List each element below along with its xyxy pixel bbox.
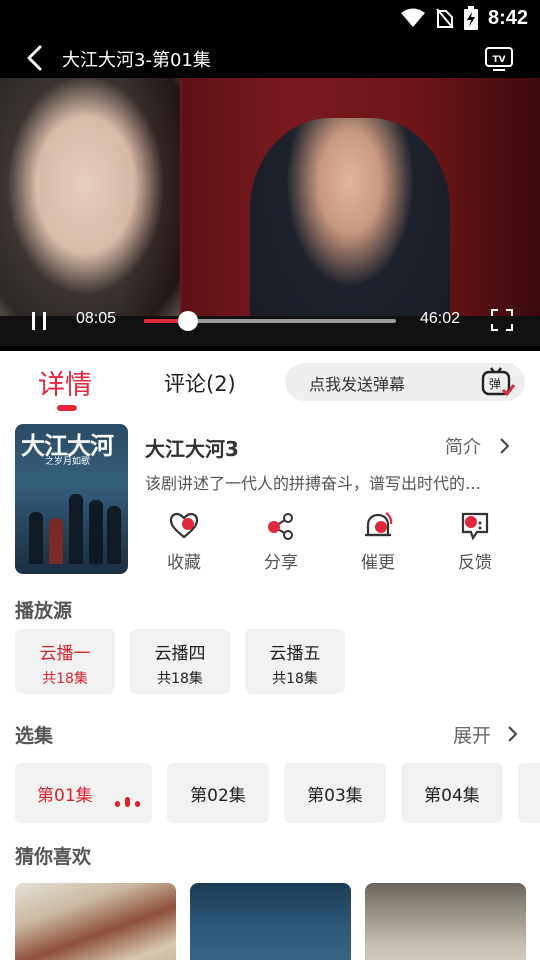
show-title: 大江大河3 bbox=[145, 437, 239, 461]
episode-label: 第03集 bbox=[307, 786, 363, 806]
episode-label: 第01集 bbox=[37, 786, 93, 806]
episodes-title: 选集 bbox=[15, 725, 54, 747]
danmu-icon-text: 弹 bbox=[489, 377, 501, 391]
share-label: 分享 bbox=[264, 553, 298, 573]
share-button[interactable]: 分享 bbox=[246, 508, 316, 573]
expand-episodes-link[interactable]: 展开 bbox=[453, 721, 491, 748]
status-time: 8:42 bbox=[487, 6, 528, 29]
total-time: 46:02 bbox=[420, 310, 461, 327]
show-description: 该剧讲述了一代人的拼搏奋斗，谱写出时代的… bbox=[145, 474, 482, 493]
no-sim-icon bbox=[436, 8, 454, 29]
feedback-button[interactable]: 反馈 bbox=[440, 508, 510, 573]
update-request-button[interactable]: 催更 bbox=[343, 508, 413, 573]
tab-indicator bbox=[57, 405, 77, 411]
status-bar: 8:42 bbox=[0, 0, 540, 36]
source-count: 共18集 bbox=[272, 671, 318, 687]
wifi-icon bbox=[400, 8, 425, 27]
detail-tabs: 详情 评论(2) 点我发送弹幕 弹 bbox=[0, 351, 540, 417]
episode-item[interactable]: 第01集 bbox=[15, 763, 152, 823]
tab-detail[interactable]: 详情 bbox=[38, 363, 92, 402]
source-count: 共18集 bbox=[157, 671, 203, 687]
battery-charging-icon bbox=[463, 6, 478, 30]
player-topbar: 大江大河3-第01集 TV bbox=[0, 36, 540, 80]
progress-bar[interactable] bbox=[144, 311, 396, 331]
video-player[interactable]: 大江大河3-第01集 TV 08:05 46:02 bbox=[0, 36, 540, 351]
intro-link[interactable]: 简介 bbox=[445, 433, 481, 459]
danmu-icon[interactable]: 弹 bbox=[481, 366, 515, 398]
player-controls: 08:05 46:02 bbox=[0, 308, 540, 348]
episode-item[interactable]: 第03集 bbox=[284, 763, 386, 823]
video-frame bbox=[0, 78, 540, 346]
recommend-card[interactable] bbox=[365, 883, 526, 960]
source-name: 云播五 bbox=[269, 644, 321, 664]
danmu-placeholder: 点我发送弹幕 bbox=[309, 375, 406, 394]
favorite-button[interactable]: 收藏 bbox=[149, 508, 219, 573]
chevron-right-icon[interactable] bbox=[498, 437, 510, 455]
source-item[interactable]: 云播四 共18集 bbox=[130, 629, 230, 694]
back-arrow-icon[interactable] bbox=[22, 44, 48, 72]
source-count: 共18集 bbox=[42, 671, 88, 687]
status-icons: 8:42 bbox=[400, 6, 528, 30]
show-poster[interactable]: 大江大河 之岁月如歌 bbox=[15, 424, 128, 574]
recommend-card[interactable] bbox=[190, 883, 351, 960]
current-time: 08:05 bbox=[76, 310, 117, 327]
pause-icon[interactable] bbox=[30, 312, 48, 330]
source-item[interactable]: 云播五 共18集 bbox=[245, 629, 345, 694]
tab-comments[interactable]: 评论(2) bbox=[164, 368, 236, 398]
share-icon bbox=[268, 513, 293, 540]
feedback-label: 反馈 bbox=[458, 553, 492, 573]
episode-item[interactable]: 第04集 bbox=[401, 763, 503, 823]
sources-title: 播放源 bbox=[15, 600, 73, 622]
tv-cast-icon[interactable]: TV bbox=[484, 44, 514, 72]
svg-text:TV: TV bbox=[492, 55, 505, 65]
playing-indicator-icon bbox=[115, 793, 145, 807]
source-item[interactable]: 云播一 共18集 bbox=[15, 629, 115, 694]
favorite-label: 收藏 bbox=[167, 553, 201, 573]
episode-item[interactable]: 第02集 bbox=[167, 763, 269, 823]
chevron-right-icon[interactable] bbox=[506, 725, 518, 743]
source-name: 云播一 bbox=[39, 644, 91, 664]
bell-icon bbox=[365, 512, 393, 537]
episode-label: 第04集 bbox=[424, 786, 480, 806]
recommend-card[interactable] bbox=[15, 883, 176, 960]
heart-icon bbox=[169, 512, 199, 539]
recommend-title: 猜你喜欢 bbox=[15, 846, 92, 868]
fullscreen-icon[interactable] bbox=[490, 308, 514, 332]
update-request-label: 催更 bbox=[361, 553, 395, 573]
video-title: 大江大河3-第01集 bbox=[62, 50, 211, 71]
source-name: 云播四 bbox=[154, 644, 206, 664]
episode-item-partial[interactable] bbox=[518, 763, 540, 823]
danmu-input[interactable]: 点我发送弹幕 弹 bbox=[285, 363, 525, 401]
poster-subtitle: 之岁月如歌 bbox=[45, 457, 91, 467]
episode-label: 第02集 bbox=[190, 786, 246, 806]
progress-knob[interactable] bbox=[178, 311, 199, 331]
feedback-icon bbox=[461, 512, 489, 541]
